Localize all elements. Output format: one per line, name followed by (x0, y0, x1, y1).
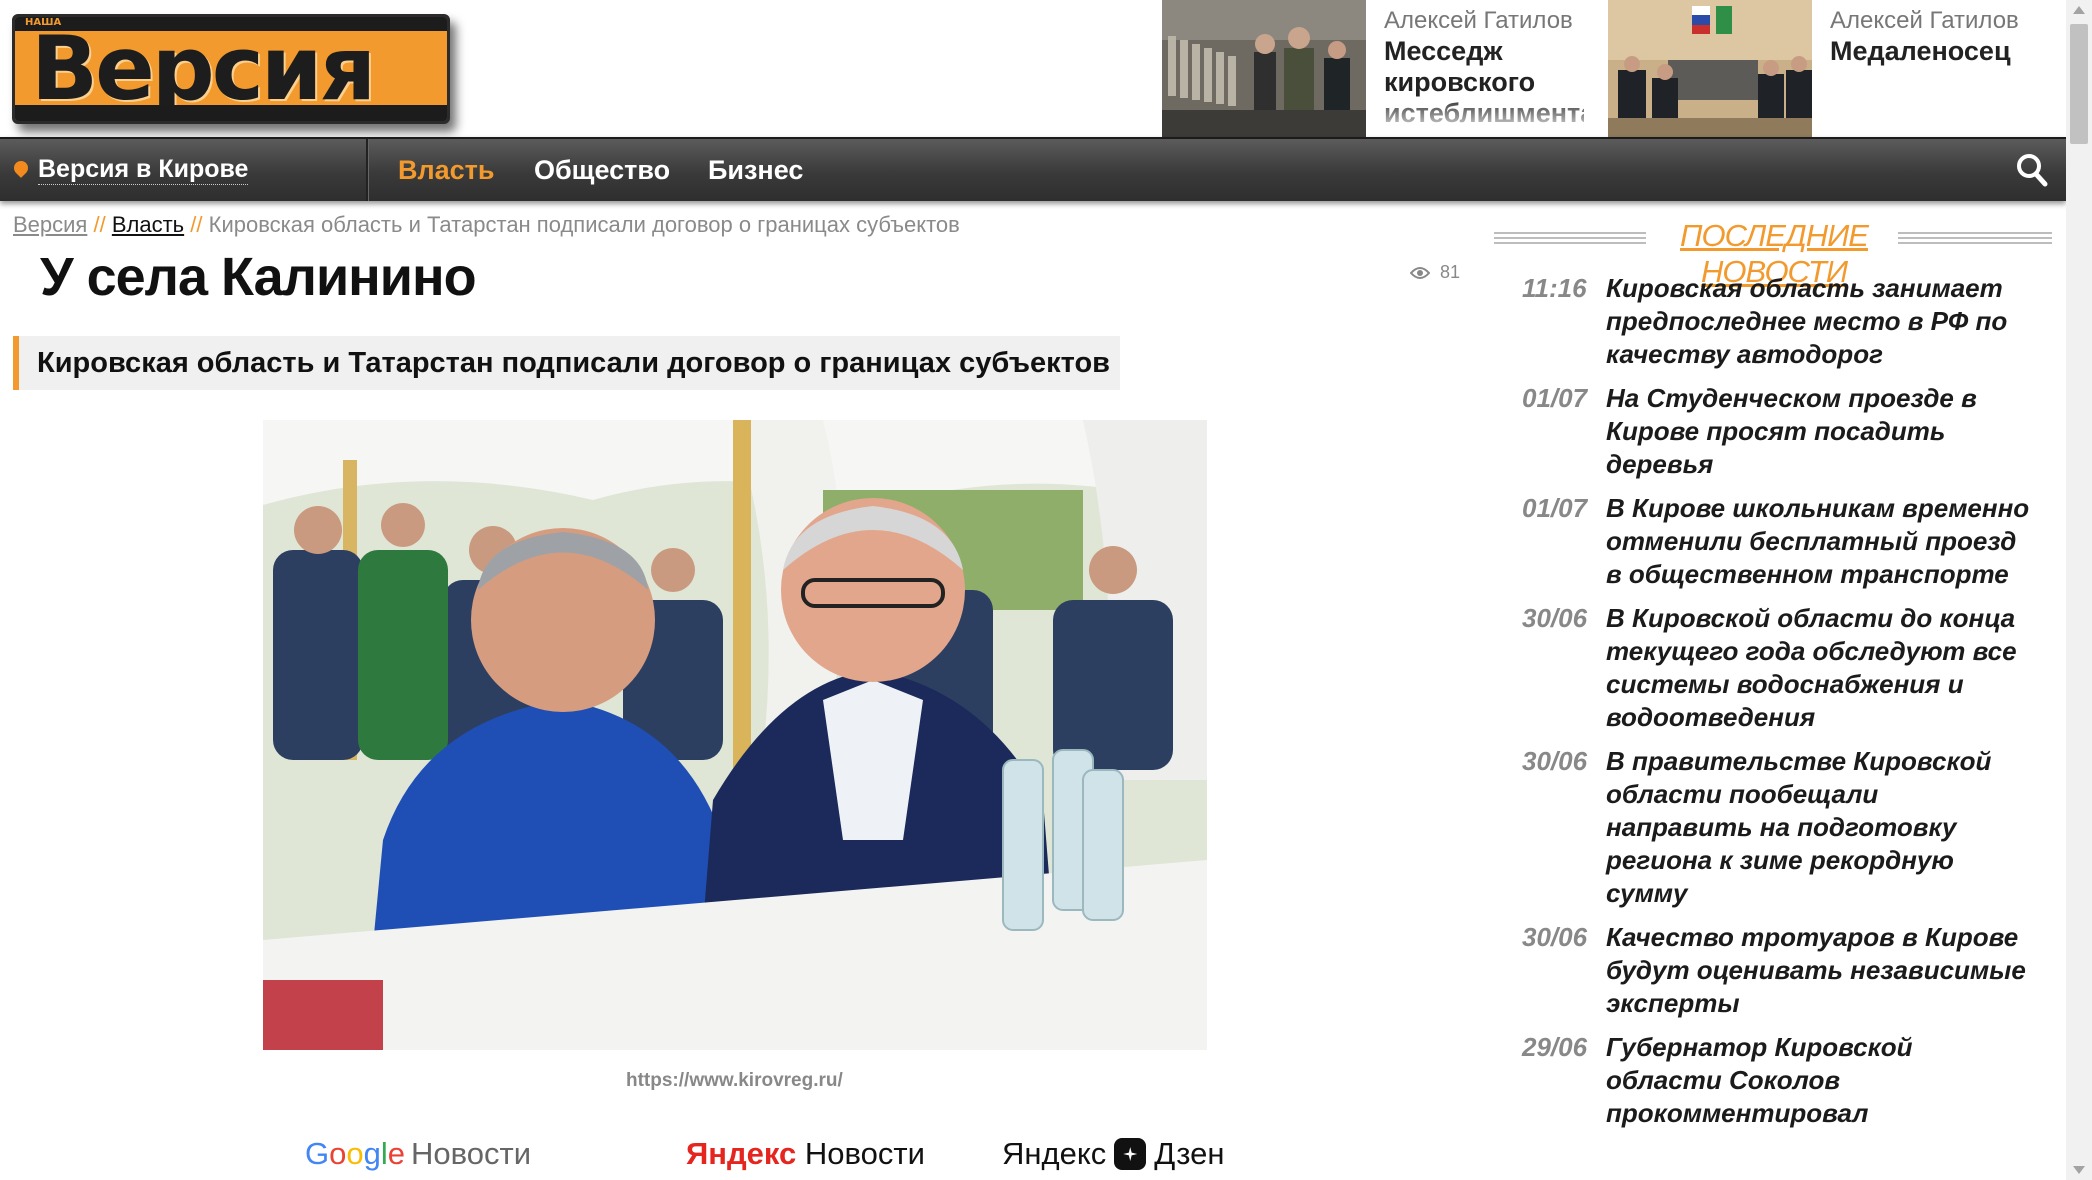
yandex-dzen-link[interactable]: Яндекс Дзен (1002, 1136, 1225, 1172)
breadcrumb-current: Кировская область и Татарстан подписали … (208, 212, 960, 237)
article-photo[interactable] (263, 420, 1207, 1050)
breadcrumb-home[interactable]: Версия (13, 212, 87, 237)
latest-news-header: ПОСЛЕДНИЕ НОВОСТИ (1494, 218, 2052, 289)
logo-wordmark: Версия (31, 17, 376, 120)
page-title: У села Калинино (40, 247, 477, 307)
article-subtitle: Кировская область и Татарстан подписали … (13, 336, 1121, 390)
view-counter: 81 (1410, 262, 1460, 283)
news-item[interactable]: 30/06 В правительстве Кировской области … (1522, 745, 2032, 910)
promo-text-2[interactable]: Алексей Гатилов Медаленосец (1830, 6, 2030, 134)
scroll-up-arrow-icon[interactable] (2073, 6, 2085, 14)
nav-item-obshchestvo[interactable]: Общество (534, 155, 670, 186)
google-news-link[interactable]: Google Новости (305, 1136, 531, 1172)
nav-item-vlast[interactable]: Власть (398, 155, 495, 186)
google-letter: o (329, 1136, 347, 1171)
site-logo[interactable]: НАША Версия (12, 14, 450, 124)
search-icon[interactable] (2016, 153, 2048, 187)
promo-card-2[interactable]: Алексей Гатилов Медаленосец (1608, 0, 2068, 137)
city-label[interactable]: Версия в Кирове (38, 155, 249, 185)
nav-divider (366, 139, 369, 201)
header-rule (1898, 232, 2052, 244)
promo-thumbnail-2[interactable] (1608, 0, 1812, 137)
scroll-thumb[interactable] (2070, 24, 2088, 144)
logo-bottom-strip (15, 105, 447, 121)
google-letter: l (380, 1136, 388, 1171)
nav-item-biznes[interactable]: Бизнес (708, 155, 803, 186)
news-headline[interactable]: Кировская область занимает предпоследнее… (1606, 272, 2032, 371)
news-time: 29/06 (1522, 1032, 1588, 1062)
yandex-news-label: Новости (804, 1136, 925, 1171)
news-headline[interactable]: Губернатор Кировской области Соколов про… (1606, 1031, 2032, 1130)
city-selector[interactable]: Версия в Кирове (11, 153, 249, 187)
news-headline[interactable]: Качество тротуаров в Кирове будут оценив… (1606, 921, 2032, 1020)
news-time: 30/06 (1522, 746, 1588, 776)
view-count: 81 (1440, 262, 1461, 282)
promo-fade (1384, 96, 1584, 136)
news-time: 11:16 (1522, 273, 1587, 303)
google-news-label: Новости (411, 1136, 532, 1171)
news-item[interactable]: 29/06 Губернатор Кировской области Сокол… (1522, 1031, 2032, 1130)
eye-icon (1410, 266, 1430, 279)
breadcrumb-separator: // (93, 212, 106, 237)
google-letter: g (363, 1136, 381, 1171)
news-time: 01/07 (1522, 493, 1588, 523)
breadcrumb-section[interactable]: Власть (112, 212, 184, 237)
news-headline[interactable]: В Кировской области до конца текущего го… (1606, 602, 2032, 734)
news-headline[interactable]: На Студенческом проезде в Кирове просят … (1606, 382, 2032, 481)
page-scrollbar[interactable] (2066, 0, 2092, 1180)
dzen-label: Дзен (1154, 1136, 1225, 1171)
news-headline[interactable]: В Кирове школьникам временно отменили бе… (1606, 492, 2032, 591)
google-letter: e (387, 1136, 406, 1171)
scroll-down-arrow-icon[interactable] (2073, 1166, 2085, 1174)
google-letter: G (305, 1136, 330, 1171)
main-navbar: Версия в Кирове Власть Общество Бизнес (0, 137, 2066, 201)
breadcrumb-separator: // (190, 212, 203, 237)
news-time: 30/06 (1522, 603, 1588, 633)
yandex-label: Яндекс (686, 1136, 797, 1171)
promo-thumbnail-1[interactable] (1162, 0, 1366, 137)
latest-news-list: 11:16 Кировская область занимает предпос… (1522, 272, 2032, 1141)
news-time: 30/06 (1522, 922, 1588, 952)
google-letter: o (346, 1136, 364, 1171)
photo-source[interactable]: https://www.kirovreg.ru/ (626, 1070, 843, 1092)
location-pin-icon (11, 158, 31, 178)
news-headline[interactable]: В правительстве Кировской области пообещ… (1606, 745, 2032, 910)
dzen-icon (1114, 1138, 1147, 1170)
header-rule (1494, 232, 1646, 244)
news-time: 01/07 (1522, 383, 1588, 413)
promo-title[interactable]: Медаленосец (1830, 36, 2030, 67)
news-item[interactable]: 30/06 Качество тротуаров в Кирове будут … (1522, 921, 2032, 1020)
news-item[interactable]: 01/07 В Кирове школьникам временно отмен… (1522, 492, 2032, 591)
yandex-news-link[interactable]: Яндекс Новости (686, 1136, 925, 1172)
promo-author: Алексей Гатилов (1384, 7, 1573, 34)
promo-author: Алексей Гатилов (1830, 7, 2019, 34)
news-item[interactable]: 30/06 В Кировской области до конца текущ… (1522, 602, 2032, 734)
news-item[interactable]: 01/07 На Студенческом проезде в Кирове п… (1522, 382, 2032, 481)
news-item[interactable]: 11:16 Кировская область занимает предпос… (1522, 272, 2032, 371)
breadcrumb: Версия // Власть // Кировская область и … (13, 212, 960, 238)
dzen-prefix: Яндекс (1002, 1136, 1107, 1171)
